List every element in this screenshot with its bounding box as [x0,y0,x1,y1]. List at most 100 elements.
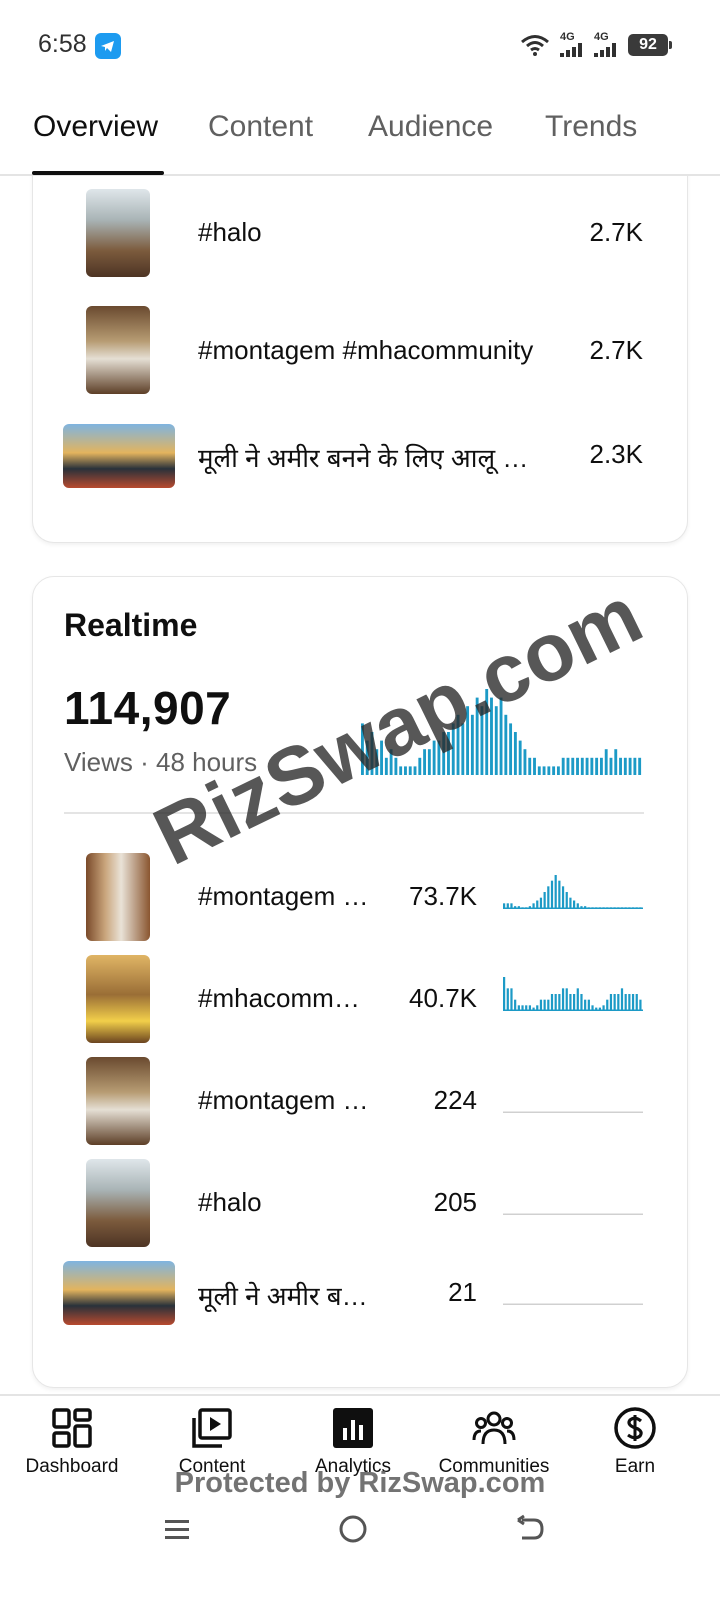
sparkline-bar [619,757,622,775]
sparkline-baseline [503,1111,643,1113]
sparkline-bar [613,994,616,1011]
sparkline-bar [631,907,635,909]
content-views: 2.3K [589,439,644,469]
video-thumbnail[interactable] [86,306,150,394]
sparkline-bar [595,1007,598,1011]
sparkline-bar [539,897,543,909]
content-title[interactable]: #montagem #mhacommunity [198,881,370,912]
content-views: 2.7K [589,335,644,365]
video-thumbnail[interactable] [86,853,150,941]
earn-icon [614,1407,656,1449]
sparkline-bar [620,907,624,909]
sparkline-bar [617,994,620,1011]
sparkline-bar [509,723,513,775]
tab-content[interactable]: Content [208,110,313,144]
content-sparkline [503,1111,643,1113]
sparkline-bar [543,999,546,1011]
sparkline-bar [565,892,568,909]
video-thumbnail[interactable] [63,424,175,488]
sparkline-bar [525,907,528,909]
content-title[interactable]: #mhacommunity [198,983,370,1014]
sparkline-bar [528,906,531,909]
content-views: 21 [448,1277,477,1307]
content-sparkline [503,1303,643,1305]
sparkline-bar [513,732,517,775]
sparkline-bar [573,900,576,909]
sparkline-bar [613,907,616,909]
video-thumbnail[interactable] [86,189,150,277]
sparkline-bar [517,906,520,909]
sparkline-bar [587,999,590,1011]
content-title[interactable]: #halo [198,1187,370,1218]
sparkline-bar [558,994,561,1011]
sparkline-baseline [503,1213,643,1215]
sparkline-bar [532,903,535,909]
dashboard-icon [52,1408,92,1448]
active-tab-indicator [32,171,164,175]
sparkline-bar [614,749,618,775]
status-bar: 6:58 4G 4G 92 [0,0,720,92]
content-icon [192,1408,232,1448]
wifi-icon [521,34,549,56]
sparkline-bar [537,766,541,775]
sparkline-bar [554,875,557,909]
video-thumbnail[interactable] [86,955,150,1043]
back-icon[interactable] [514,1514,546,1544]
video-thumbnail[interactable] [63,1261,175,1325]
content-title[interactable]: मूली ने अमीर बनने के लिए [198,1277,370,1313]
tab-trends[interactable]: Trends [545,110,637,144]
signal-bars-icon [594,43,616,57]
sparkline-bar [556,766,560,775]
sparkline-bar [561,886,565,909]
sparkline-bar [547,999,550,1011]
signal-4g-2: 4G [594,32,618,57]
sparkline-bar [624,907,627,909]
content-sparkline [503,977,643,1011]
sparkline-bar [517,1005,520,1011]
content-title[interactable]: #montagem #mhacommunity [198,335,554,366]
content-title[interactable]: #montagem #mhacommunity [198,1085,370,1116]
sparkline-bar [591,1005,594,1011]
sparkline-bar [503,903,506,909]
sparkline-bar [639,999,642,1011]
tab-audience[interactable]: Audience [368,110,493,144]
sparkline-bar [561,757,565,775]
video-thumbnail[interactable] [86,1057,150,1145]
content-title[interactable]: #halo [198,217,548,248]
analytics-icon [333,1408,373,1448]
sparkline-bar [565,988,568,1011]
sparkline-bar [576,903,579,909]
sparkline-bar [584,999,587,1011]
menu-icon[interactable] [163,1516,191,1544]
status-time: 6:58 [38,30,87,58]
sparkline-bar [532,1007,535,1011]
sparkline-bar [510,988,513,1011]
sparkline-bar [536,1005,539,1011]
sparkline-bar [580,906,583,909]
sparkline-bar [635,994,638,1011]
sparkline-bar [566,757,570,775]
home-icon[interactable] [338,1514,368,1544]
sparkline-bar [602,1005,605,1011]
sparkline-bar [609,994,613,1011]
content-title[interactable]: मूली ने अमीर बनने के लिए आलू की बेटी से … [198,439,534,475]
telegram-icon [95,33,121,59]
sparkline-bar [547,886,550,909]
sparkline-bar [591,907,594,909]
sparkline-bar [617,907,620,909]
tab-overview[interactable]: Overview [33,110,158,144]
sparkline-bar [543,892,546,909]
sparkline-bar [598,1007,601,1011]
sparkline-bar [514,999,517,1011]
sparkline-bar [510,903,513,909]
watermark-bottom: Protected by RizSwap.com [174,1467,546,1499]
sparkline-bar [602,907,605,909]
sparkline-bar [558,880,561,909]
sparkline-bar [580,757,584,775]
video-thumbnail[interactable] [86,1159,150,1247]
sparkline-bar [576,757,579,775]
sparkline-bar [569,897,572,909]
content-views: 73.7K [409,881,477,911]
battery-indicator: 92 [628,33,672,56]
sparkline-bar [595,907,598,909]
